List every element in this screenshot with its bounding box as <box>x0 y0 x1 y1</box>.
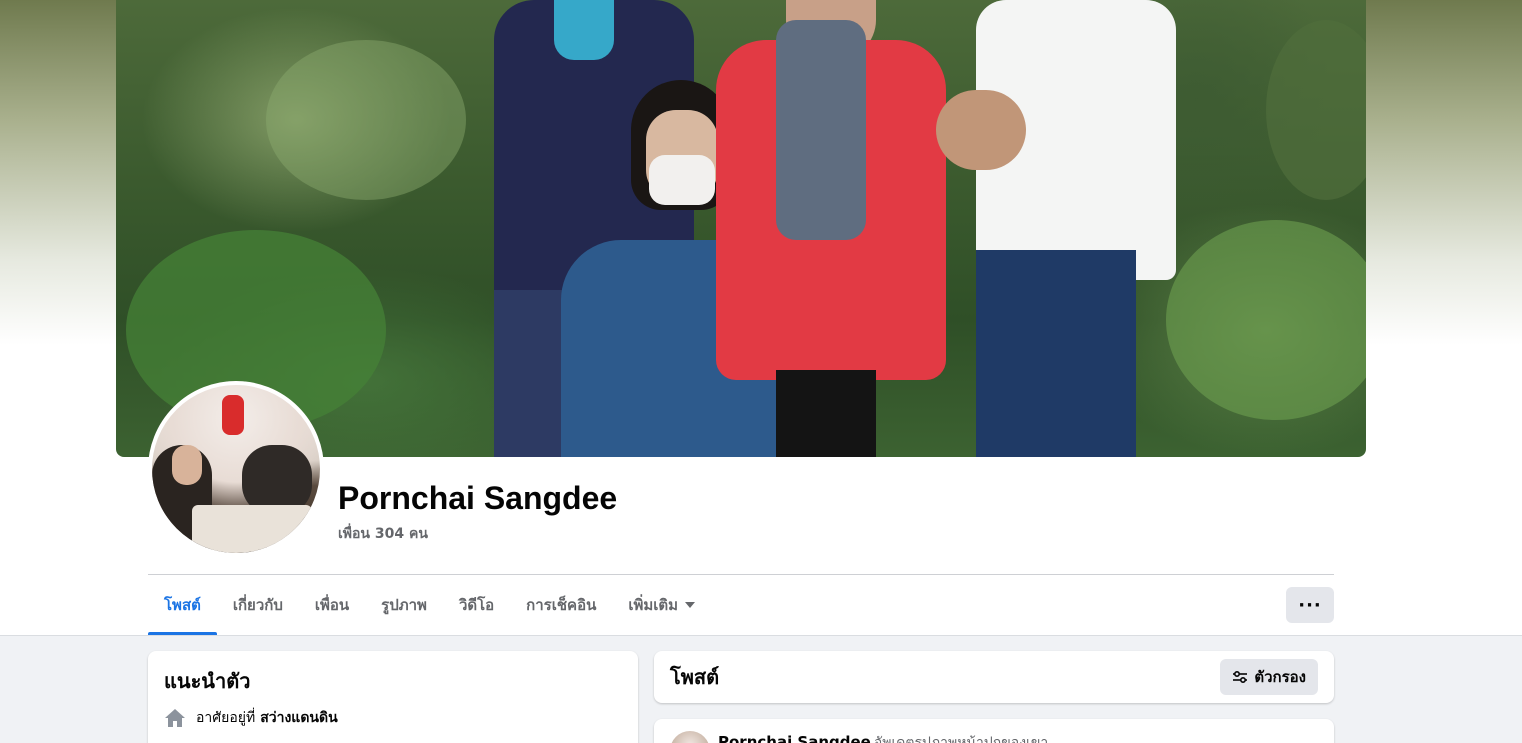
tab-posts[interactable]: โพสต์ <box>148 575 217 635</box>
person-right <box>936 0 1176 457</box>
tab-label: วิดีโอ <box>458 596 495 614</box>
posts-title: โพสต์ <box>670 665 720 689</box>
lives-in-value[interactable]: สว่างแดนดิน <box>260 707 337 729</box>
caret-down-icon <box>685 602 696 608</box>
lives-in-row: อาศัยอยู่ที่ สว่างแดนดิน <box>164 707 622 729</box>
intro-card: แนะนำตัว อาศัยอยู่ที่ สว่างแดนดิน <box>148 651 638 743</box>
tab-checkins[interactable]: การเช็คอิน <box>510 575 612 635</box>
post-author[interactable]: Pornchai Sangdee <box>718 733 871 743</box>
tab-about[interactable]: เกี่ยวกับ <box>217 575 299 635</box>
tab-label: เพิ่มเติม <box>628 596 679 614</box>
tab-label: เพื่อน <box>314 596 350 614</box>
post-author-avatar[interactable] <box>670 731 710 743</box>
post-action: อัพเดตรูปภาพหน้าปกของเขา <box>873 735 1049 743</box>
dining-table <box>192 505 312 553</box>
filter-button[interactable]: ตัวกรอง <box>1220 659 1318 695</box>
profile-name: Pornchai Sangdee <box>338 480 618 516</box>
foliage <box>266 40 466 200</box>
person-center-right <box>716 0 946 457</box>
home-icon <box>164 708 186 728</box>
posts-header-card: โพสต์ ตัวกรอง <box>654 651 1334 703</box>
tab-friends[interactable]: เพื่อน <box>299 575 365 635</box>
post-header: Pornchai Sangdee อัพเดตรูปภาพหน้าปกของเขา <box>718 732 1048 743</box>
tab-label: รูปภาพ <box>381 596 427 614</box>
lantern <box>222 395 244 435</box>
tab-more[interactable]: เพิ่มเติม <box>612 575 711 635</box>
tab-photos[interactable]: รูปภาพ <box>365 575 443 635</box>
tab-label: เกี่ยวกับ <box>232 596 283 614</box>
foliage <box>1266 20 1366 200</box>
face <box>172 445 202 485</box>
tab-label: การเช็คอิน <box>526 596 597 614</box>
post-card: Pornchai Sangdee อัพเดตรูปภาพหน้าปกของเขา <box>654 719 1334 743</box>
friend-count[interactable]: เพื่อน 304 คน <box>338 523 428 545</box>
intro-title: แนะนำตัว <box>164 669 251 693</box>
profile-tabs: โพสต์ เกี่ยวกับ เพื่อน รูปภาพ วิดีโอ การ… <box>148 575 711 635</box>
filter-icon <box>1232 670 1248 684</box>
lives-in-label: อาศัยอยู่ที่ <box>196 710 256 726</box>
cover-photo[interactable] <box>116 0 1366 457</box>
tab-label: โพสต์ <box>164 596 201 614</box>
foliage <box>1166 220 1366 420</box>
profile-avatar[interactable] <box>148 381 324 557</box>
tab-videos[interactable]: วิดีโอ <box>443 575 510 635</box>
more-options-button[interactable]: ··· <box>1286 587 1334 623</box>
filter-label: ตัวกรอง <box>1254 668 1306 686</box>
